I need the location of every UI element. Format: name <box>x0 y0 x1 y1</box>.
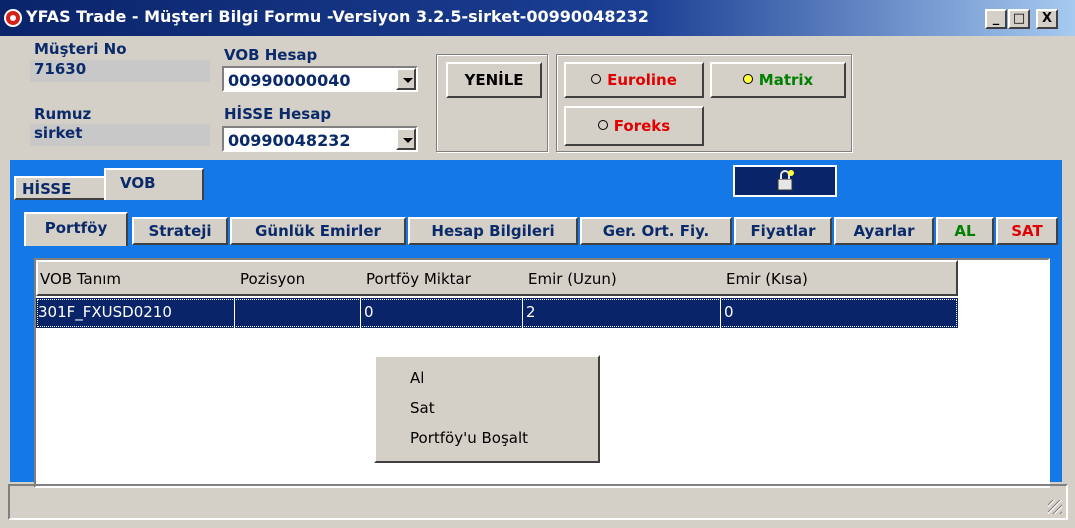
tab-sat[interactable]: SAT <box>996 217 1058 245</box>
column-header[interactable]: Portföy Miktar <box>366 270 471 288</box>
title-bar[interactable]: YFAS Trade - Müşteri Bilgi Formu -Versiy… <box>0 0 1075 36</box>
table-row[interactable]: 301F_FXUSD0210 0 2 0 <box>36 298 958 328</box>
context-menu: Al Sat Portföy'u Boşalt <box>374 355 600 463</box>
column-header[interactable]: Emir (Uzun) <box>528 270 617 288</box>
lock-icon <box>777 170 794 191</box>
refresh-button[interactable]: YENİLE <box>446 62 542 98</box>
lock-button[interactable] <box>733 165 837 197</box>
tab-hesap-bilgileri[interactable]: Hesap Bilgileri <box>408 217 578 245</box>
tab-ger-ort-fiy[interactable]: Ger. Ort. Fiy. <box>580 217 732 245</box>
matrix-button[interactable]: Matrix <box>710 62 846 98</box>
tab-vob[interactable]: VOB <box>104 168 204 202</box>
cell-separator <box>522 298 523 328</box>
menu-item-sat[interactable]: Sat <box>410 399 435 417</box>
cell-separator <box>720 298 721 328</box>
cell-separator <box>234 298 235 328</box>
bulb-icon <box>591 73 602 84</box>
rumuz-label: Rumuz <box>34 105 92 123</box>
cell-emir-kisa: 0 <box>724 303 734 321</box>
vob-hesap-select[interactable]: 00990000040 <box>222 66 418 92</box>
hisse-hesap-select[interactable]: 00990048232 <box>222 126 418 152</box>
status-bar <box>8 484 1068 520</box>
window-title: YFAS Trade - Müşteri Bilgi Formu -Versiy… <box>26 7 649 26</box>
tab-ayarlar[interactable]: Ayarlar <box>834 217 934 245</box>
rumuz-value: sirket <box>30 124 210 146</box>
bulb-on-icon <box>742 73 753 84</box>
foreks-label: Foreks <box>613 117 671 135</box>
tab-al[interactable]: AL <box>936 217 994 245</box>
close-button[interactable]: X <box>1036 9 1058 29</box>
euroline-label: Euroline <box>607 71 677 89</box>
column-header[interactable]: VOB Tanım <box>40 270 121 288</box>
bulb-icon <box>597 119 608 130</box>
hisse-hesap-value: 00990048232 <box>228 131 351 150</box>
chevron-down-icon[interactable] <box>396 128 416 150</box>
cell-vob-tanim: 301F_FXUSD0210 <box>38 303 172 321</box>
column-header[interactable]: Emir (Kısa) <box>726 270 808 288</box>
foreks-button[interactable]: Foreks <box>564 106 704 146</box>
tab-portfoy[interactable]: Portföy <box>24 212 128 246</box>
musteri-no-value: 71630 <box>30 60 210 82</box>
hisse-hesap-label: HİSSE Hesap <box>224 105 332 123</box>
tab-hisse[interactable]: HİSSE <box>14 176 106 200</box>
grid-header: VOB Tanım Pozisyon Portföy Miktar Emir (… <box>36 260 958 296</box>
column-header[interactable]: Pozisyon <box>240 270 305 288</box>
tab-fiyatlar[interactable]: Fiyatlar <box>734 217 832 245</box>
menu-item-al[interactable]: Al <box>410 369 424 387</box>
app-icon <box>4 9 22 27</box>
vob-hesap-value: 00990000040 <box>228 71 351 90</box>
cell-emir-uzun: 2 <box>526 303 536 321</box>
cell-separator <box>360 298 361 328</box>
tab-strateji[interactable]: Strateji <box>132 217 228 245</box>
matrix-label: Matrix <box>758 71 814 89</box>
maximize-button[interactable]: □ <box>1008 9 1030 29</box>
vob-hesap-label: VOB Hesap <box>224 46 318 64</box>
menu-item-portfoy-bosalt[interactable]: Portföy'u Boşalt <box>410 429 528 447</box>
euroline-button[interactable]: Euroline <box>564 62 704 98</box>
minimize-button[interactable]: _ <box>985 9 1007 29</box>
resize-grip-icon[interactable] <box>1048 500 1062 514</box>
chevron-down-icon[interactable] <box>396 68 416 90</box>
tab-gunluk-emirler[interactable]: Günlük Emirler <box>230 217 406 245</box>
cell-portfoy-miktar: 0 <box>364 303 374 321</box>
musteri-no-label: Müşteri No <box>34 40 127 58</box>
